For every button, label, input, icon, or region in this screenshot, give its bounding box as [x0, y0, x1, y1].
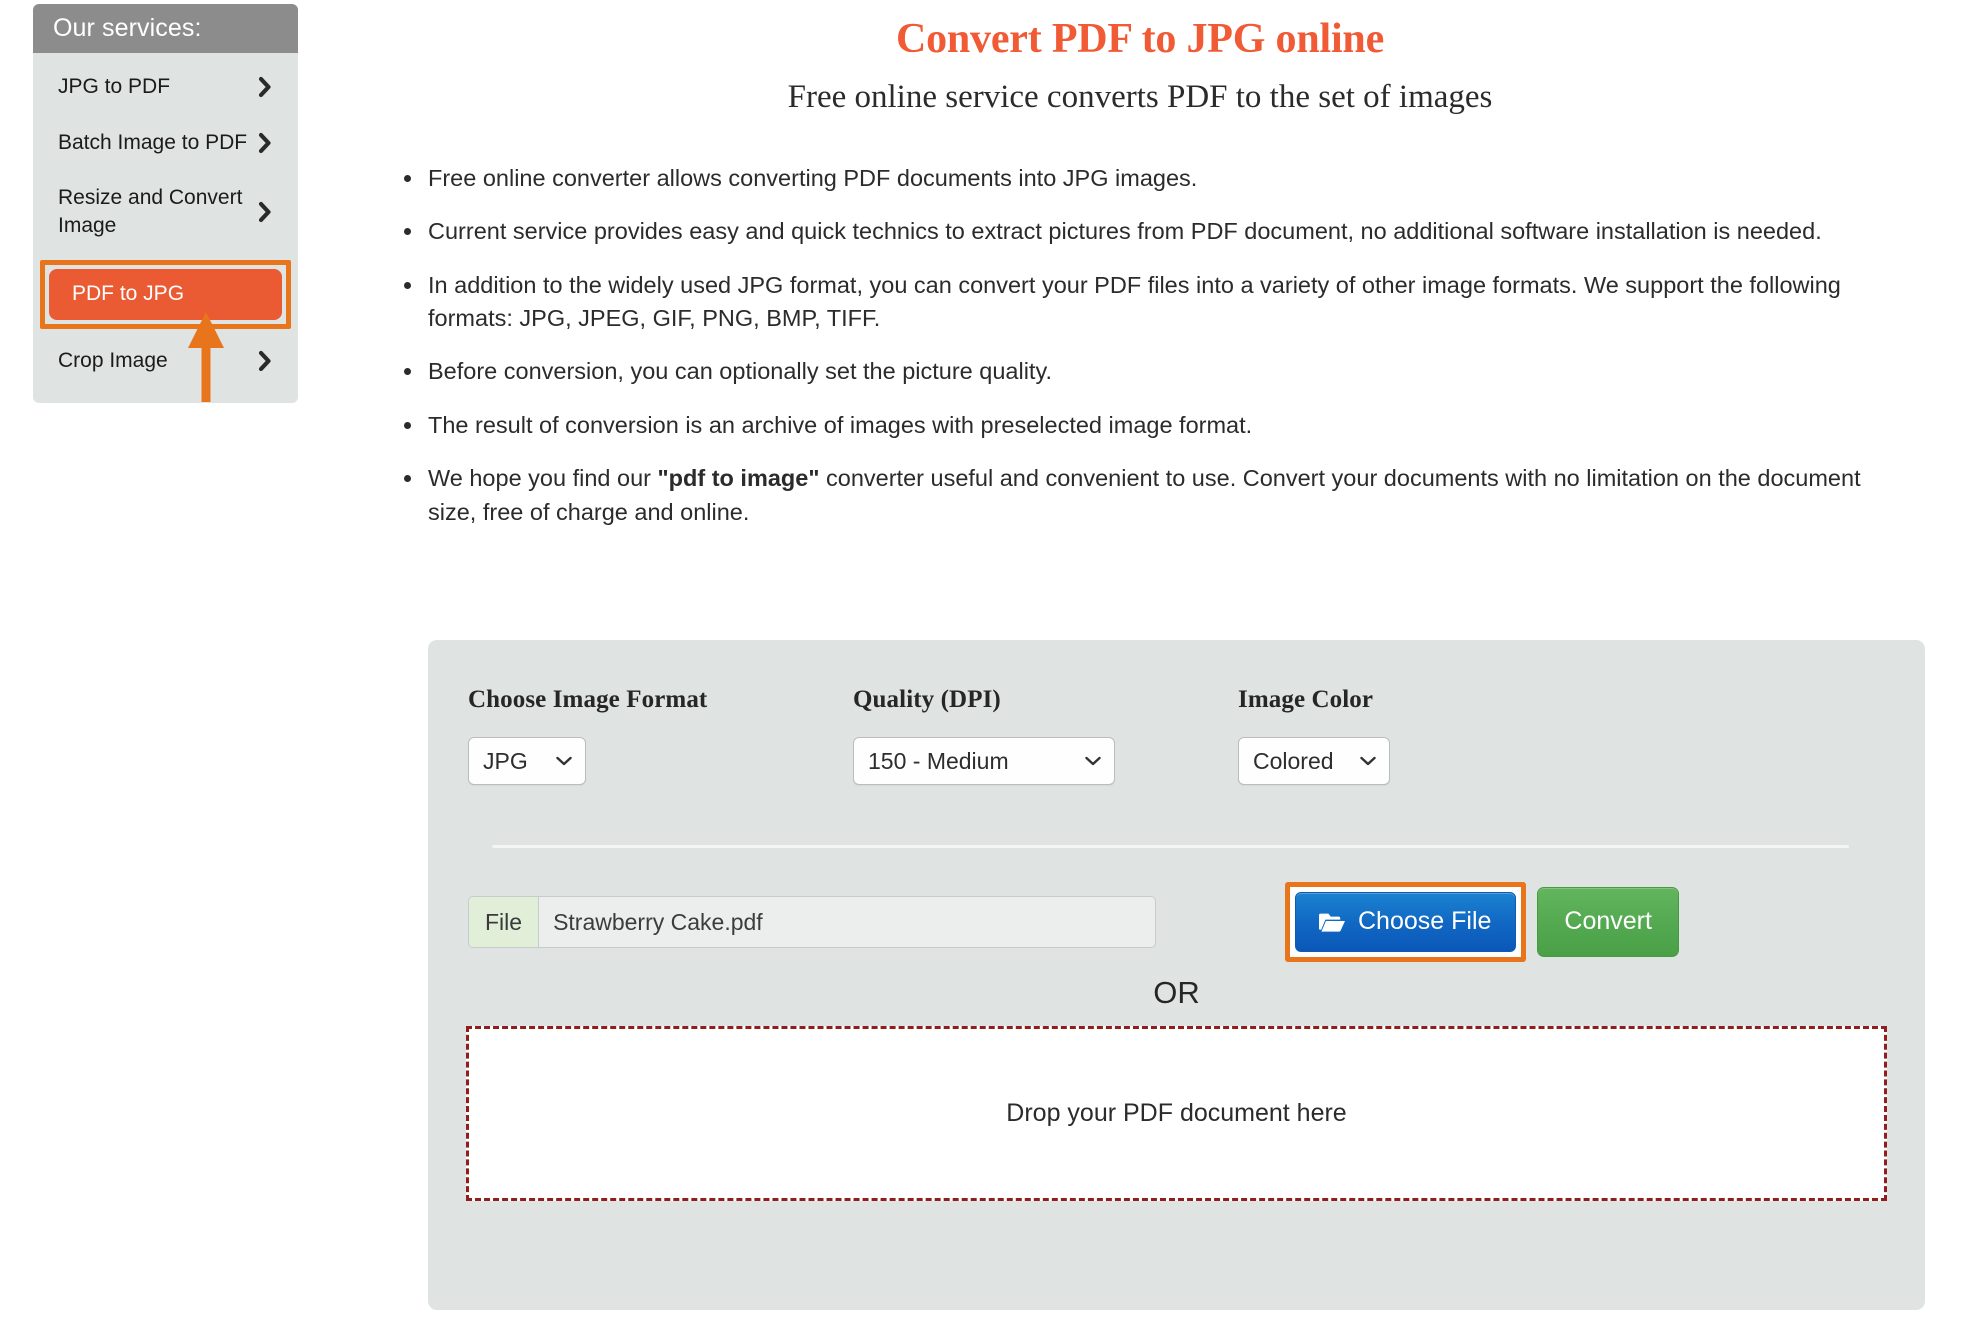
or-separator-label: OR — [1153, 975, 1200, 1010]
choose-file-button[interactable]: Choose File — [1295, 892, 1517, 952]
folder-open-icon — [1318, 911, 1346, 933]
features-list: Free online converter allows converting … — [340, 162, 1940, 529]
services-sidebar: Our services: JPG to PDF Batch Image to … — [33, 4, 298, 403]
sidebar-item-crop-image[interactable]: Crop Image — [33, 333, 298, 389]
main-content: Convert PDF to JPG online Free online se… — [340, 0, 1940, 549]
pdf-dropzone-label: Drop your PDF document here — [1006, 1099, 1347, 1128]
image-color-select[interactable]: Colored — [1238, 737, 1390, 785]
chevron-right-icon — [254, 132, 276, 154]
sidebar-item-pdf-to-jpg-highlight: PDF to JPG — [40, 259, 291, 329]
chevron-right-icon — [254, 350, 276, 372]
choose-file-button-label: Choose File — [1358, 907, 1492, 935]
list-item: In addition to the widely used JPG forma… — [402, 269, 1900, 336]
image-color-field: Image Color Colored — [1238, 686, 1623, 785]
list-item: Before conversion, you can optionally se… — [402, 355, 1900, 388]
sidebar-header: Our services: — [33, 4, 298, 53]
image-format-field: Choose Image Format JPG — [468, 686, 853, 785]
page-subtitle: Free online service converts PDF to the … — [787, 79, 1493, 116]
sidebar-item-resize-and-convert-image[interactable]: Resize and Convert Image — [33, 170, 298, 253]
sidebar-item-label: Resize and Convert Image — [58, 186, 243, 238]
page-title: Convert PDF to JPG online — [895, 16, 1385, 62]
image-color-label: Image Color — [1238, 686, 1374, 713]
image-color-value: Colored — [1253, 747, 1334, 774]
list-item: We hope you find our "pdf to image" conv… — [402, 462, 1900, 529]
image-format-select[interactable]: JPG — [468, 737, 586, 785]
chevron-down-icon — [1360, 756, 1376, 766]
list-item: Current service provides easy and quick … — [402, 215, 1900, 248]
choose-file-highlight: Choose File — [1285, 882, 1527, 962]
sidebar-item-pdf-to-jpg[interactable]: PDF to JPG — [49, 268, 282, 320]
page-root: Our services: JPG to PDF Batch Image to … — [0, 0, 1972, 1324]
file-input-prefix-label: File — [469, 897, 540, 947]
image-format-value: JPG — [483, 747, 528, 774]
conversion-form-panel: Choose Image Format JPG Quality (DPI) 15… — [428, 640, 1925, 1310]
quality-dpi-label: Quality (DPI) — [853, 686, 1001, 713]
chevron-down-icon — [556, 756, 572, 766]
sidebar-item-label: Batch Image to PDF — [58, 130, 248, 154]
file-selection-row: File Strawberry Cake.pdf Choose File Con… — [428, 848, 1925, 962]
feature-text-emphasis: "pdf to image" — [657, 465, 820, 492]
list-item: Free online converter allows converting … — [402, 162, 1900, 195]
sidebar-item-jpg-to-pdf[interactable]: JPG to PDF — [33, 59, 298, 115]
image-format-label: Choose Image Format — [468, 686, 708, 713]
list-item: The result of conversion is an archive o… — [402, 409, 1900, 442]
sidebar-items-list: JPG to PDF Batch Image to PDF Resize and… — [33, 53, 298, 403]
sidebar-item-label: JPG to PDF — [58, 75, 171, 98]
quality-dpi-field: Quality (DPI) 150 - Medium — [853, 686, 1238, 785]
convert-button[interactable]: Convert — [1537, 887, 1679, 957]
feature-text-part1: We hope you find our — [428, 465, 658, 492]
form-fields-row: Choose Image Format JPG Quality (DPI) 15… — [428, 640, 1925, 785]
file-name-input[interactable]: Strawberry Cake.pdf — [539, 897, 1155, 947]
quality-dpi-select[interactable]: 150 - Medium — [853, 737, 1115, 785]
file-input-group[interactable]: File Strawberry Cake.pdf — [468, 896, 1156, 948]
chevron-right-icon — [254, 201, 276, 223]
quality-dpi-value: 150 - Medium — [868, 747, 1009, 774]
sidebar-item-batch-image-to-pdf[interactable]: Batch Image to PDF — [33, 115, 298, 171]
chevron-right-icon — [254, 76, 276, 98]
chevron-down-icon — [1085, 756, 1101, 766]
form-action-buttons: Choose File Convert — [1285, 882, 1679, 962]
pdf-dropzone[interactable]: Drop your PDF document here — [466, 1026, 1887, 1202]
sidebar-item-label: Crop Image — [58, 348, 168, 372]
